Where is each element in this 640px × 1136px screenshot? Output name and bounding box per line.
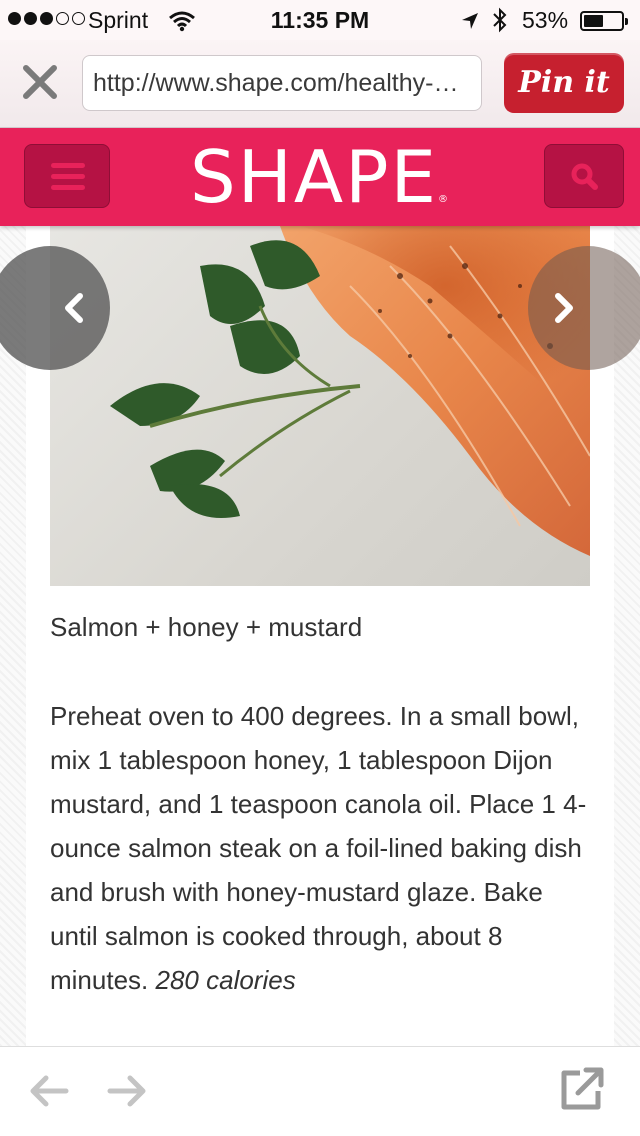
status-bar: Sprint 11:35 PM 53%: [0, 0, 640, 40]
registered-mark: ®: [438, 194, 450, 205]
chevron-left-icon: [65, 293, 83, 323]
gallery-prev-button[interactable]: [0, 246, 110, 370]
chevron-right-icon: [555, 293, 573, 323]
article-photo[interactable]: [50, 226, 590, 586]
arrow-left-icon: [30, 1075, 69, 1107]
calorie-count: 280 calories: [155, 965, 296, 995]
photo-caption: Salmon + honey + mustard: [50, 612, 363, 642]
battery-icon: [580, 11, 628, 31]
recipe-text: Preheat oven to 400 degrees. In a small …: [50, 694, 590, 1002]
recipe-instructions: Preheat oven to 400 degrees. In a small …: [50, 701, 587, 995]
forward-button[interactable]: [104, 1069, 148, 1118]
battery-percent: 53%: [522, 7, 569, 33]
pin-it-button[interactable]: Pin it: [504, 53, 624, 113]
arrow-right-icon: [107, 1075, 146, 1107]
bluetooth-icon: [492, 7, 508, 40]
search-icon: [571, 163, 598, 190]
site-header: SHAPE®: [0, 128, 640, 226]
salmon-image: [110, 226, 590, 556]
search-button[interactable]: [544, 144, 624, 208]
back-button[interactable]: [28, 1069, 72, 1118]
logo-text: SHAPE: [189, 135, 438, 219]
open-external-button[interactable]: [558, 1065, 606, 1118]
close-icon: [23, 65, 57, 99]
location-arrow-icon: [460, 10, 480, 37]
browser-bar: http://www.shape.com/healthy-… Pin it: [0, 40, 640, 128]
gallery-next-button[interactable]: [528, 246, 640, 370]
close-button[interactable]: [18, 60, 62, 104]
external-link-icon: [561, 1067, 604, 1110]
url-field[interactable]: http://www.shape.com/healthy-…: [82, 55, 482, 111]
bottom-toolbar: [0, 1046, 640, 1136]
